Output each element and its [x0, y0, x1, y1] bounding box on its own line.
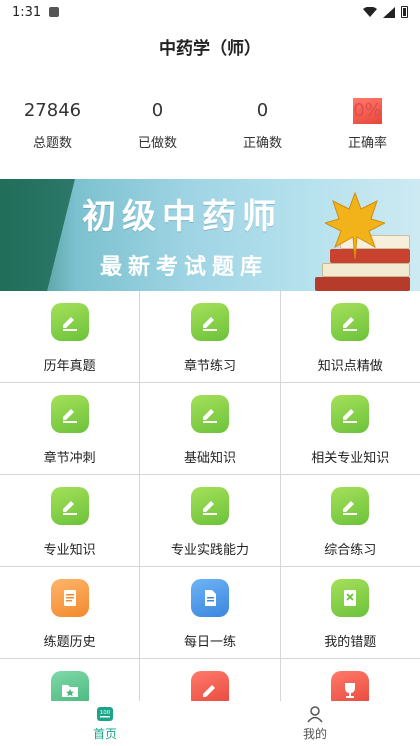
battery-icon [401, 6, 408, 18]
grid-item-basic-knowledge[interactable]: 基础知识 [140, 383, 281, 474]
pen-note-icon [190, 487, 229, 525]
status-bar: 1:31 [0, 0, 420, 24]
grid-row: 章节冲刺 基础知识 相关专业知识 [0, 383, 420, 475]
person-icon [307, 706, 323, 723]
page-title: 中药学（师） [159, 39, 261, 59]
signal-icon [383, 6, 395, 18]
feature-grid: 历年真题 章节练习 知识点精做 章节冲刺 基础知识 相关专业知识 专业知识 专业… [0, 291, 420, 701]
grid-item-practice-ability[interactable]: 专业实践能力 [140, 475, 281, 566]
wrong-book-icon [331, 579, 370, 617]
stat-value: 0 [256, 100, 269, 121]
banner-subtitle: 最新考试题库 [100, 255, 269, 280]
grid-item-mock-exam[interactable] [140, 659, 281, 701]
document-icon [190, 579, 229, 617]
tab-home[interactable]: 100 首页 [0, 701, 210, 746]
stat-total: 27846 总题数 [0, 98, 105, 158]
stat-value: 0% [353, 98, 382, 124]
grid-item-label: 每日一练 [183, 635, 236, 650]
pen-note-icon [50, 395, 89, 433]
pen-note-icon [331, 303, 370, 341]
trophy-icon [331, 671, 370, 701]
star-folder-icon [50, 671, 89, 701]
promo-banner[interactable]: 初级中药师 最新考试题库 [0, 179, 420, 291]
stat-value: 0 [151, 100, 164, 121]
svg-text:100: 100 [100, 710, 111, 716]
stats-row: 27846 总题数 0 已做数 0 正确数 0% 正确率 [0, 98, 420, 158]
pen-note-icon [190, 395, 229, 433]
notification-icon [49, 7, 60, 17]
wifi-icon [363, 7, 377, 17]
grid-item-label: 我的错题 [324, 635, 377, 650]
tab-mine[interactable]: 我的 [210, 701, 420, 746]
grid-item-ranking[interactable] [281, 659, 420, 701]
grid-item-label: 基础知识 [183, 451, 236, 466]
grid-item-favorites[interactable] [0, 659, 141, 701]
grid-item-label: 章节冲刺 [43, 451, 96, 466]
grid-item-history[interactable]: 练题历史 [0, 567, 141, 658]
stat-label: 正确数 [242, 136, 282, 151]
stat-label: 正确率 [347, 136, 387, 151]
bottom-tab-bar: 100 首页 我的 [0, 701, 420, 746]
grid-row: 练题历史 每日一练 我的错题 [0, 567, 420, 659]
tab-label: 我的 [302, 727, 327, 741]
grid-item-label: 知识点精做 [317, 359, 383, 374]
grid-item-chapter-practice[interactable]: 章节练习 [140, 291, 281, 382]
pen-note-icon [331, 487, 370, 525]
grid-row [0, 659, 420, 701]
grid-item-label: 相关专业知识 [311, 451, 390, 466]
stat-label: 已做数 [137, 136, 177, 151]
grid-row: 专业知识 专业实践能力 综合练习 [0, 475, 420, 567]
grid-item-label: 练题历史 [43, 635, 96, 650]
tab-label: 首页 [92, 727, 117, 741]
grid-item-label: 专业知识 [43, 543, 96, 558]
banner-decoration [0, 179, 78, 291]
history-book-icon [50, 579, 89, 617]
grid-item-related-knowledge[interactable]: 相关专业知识 [281, 383, 420, 474]
pen-note-icon [190, 303, 229, 341]
banner-title: 初级中药师 [82, 197, 282, 237]
pencil-icon [190, 671, 229, 701]
stat-done: 0 已做数 [105, 98, 210, 158]
grid-item-professional-knowledge[interactable]: 专业知识 [0, 475, 141, 566]
grid-item-daily-practice[interactable]: 每日一练 [140, 567, 281, 658]
grid-item-past-exams[interactable]: 历年真题 [0, 291, 141, 382]
pen-note-icon [331, 395, 370, 433]
grid-item-label: 章节练习 [183, 359, 236, 374]
stat-correct: 0 正确数 [210, 98, 315, 158]
grid-item-comprehensive-practice[interactable]: 综合练习 [281, 475, 420, 566]
grid-item-label: 专业实践能力 [170, 543, 249, 558]
grid-item-label: 历年真题 [43, 359, 96, 374]
stat-value: 27846 [23, 100, 82, 121]
pen-note-icon [50, 487, 89, 525]
pen-note-icon [50, 303, 89, 341]
grid-row: 历年真题 章节练习 知识点精做 [0, 291, 420, 383]
maple-leaf-icon [325, 191, 385, 260]
status-indicators [363, 6, 408, 18]
stat-accuracy: 0% 正确率 [315, 98, 420, 158]
status-time: 1:31 [12, 4, 42, 20]
grid-item-wrong-questions[interactable]: 我的错题 [281, 567, 420, 658]
home-100-icon: 100 [97, 707, 113, 721]
stat-label: 总题数 [32, 136, 72, 151]
grid-item-chapter-sprint[interactable]: 章节冲刺 [0, 383, 141, 474]
grid-item-key-points[interactable]: 知识点精做 [281, 291, 420, 382]
grid-item-label: 综合练习 [324, 543, 377, 558]
